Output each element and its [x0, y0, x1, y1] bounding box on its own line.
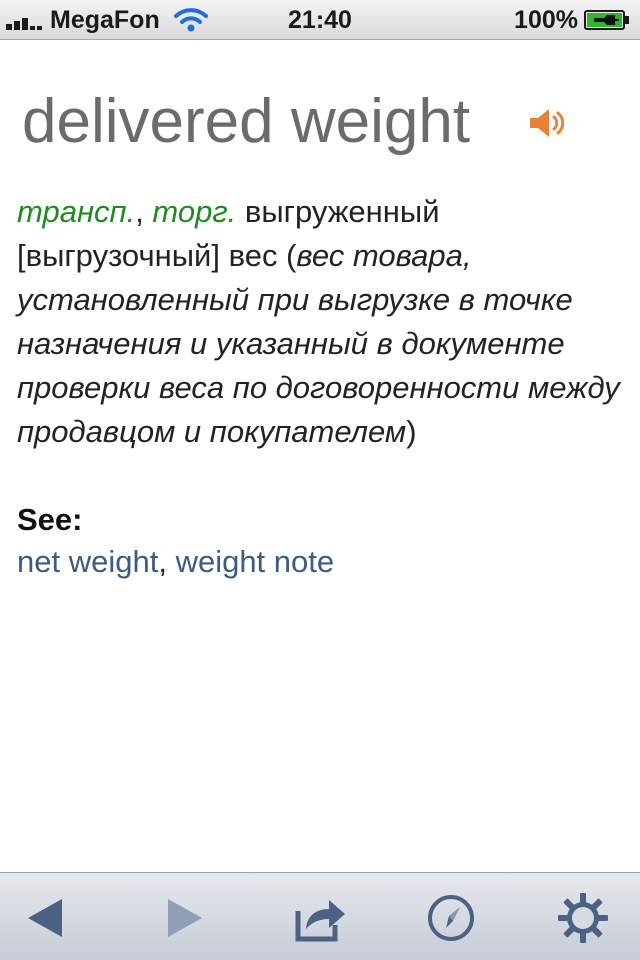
domain-label: торг. — [152, 194, 237, 229]
speaker-icon[interactable] — [528, 106, 568, 140]
see-also-label: See: — [17, 502, 83, 537]
compass-button[interactable] — [424, 891, 478, 945]
domain-label: трансп. — [17, 194, 136, 229]
battery-percent: 100% — [514, 5, 578, 34]
forward-button[interactable] — [158, 891, 212, 945]
forward-arrow-icon — [168, 899, 202, 937]
back-arrow-icon — [28, 899, 62, 937]
see-also-link-weight-note[interactable]: weight note — [176, 544, 335, 579]
status-bar: MegaFon 21:40 100% — [0, 0, 640, 40]
definition: трансп., торг. выгруженный [выгрузочный]… — [17, 190, 623, 454]
gear-icon — [558, 893, 608, 943]
page-title: delivered weight — [22, 87, 471, 156]
battery-charging-icon — [584, 10, 629, 30]
settings-button[interactable] — [556, 891, 610, 945]
see-also-links: net weight, weight note — [17, 540, 334, 584]
back-button[interactable] — [18, 891, 72, 945]
share-icon — [295, 900, 345, 942]
status-right: 100% — [514, 5, 630, 35]
translation-closing: ) — [406, 414, 417, 449]
compass-icon — [428, 895, 474, 941]
bottom-toolbar — [0, 872, 640, 960]
label-separator: , — [135, 194, 153, 229]
share-button[interactable] — [293, 891, 347, 945]
see-also-separator: , — [158, 544, 176, 579]
see-also-link-net-weight[interactable]: net weight — [17, 544, 158, 579]
